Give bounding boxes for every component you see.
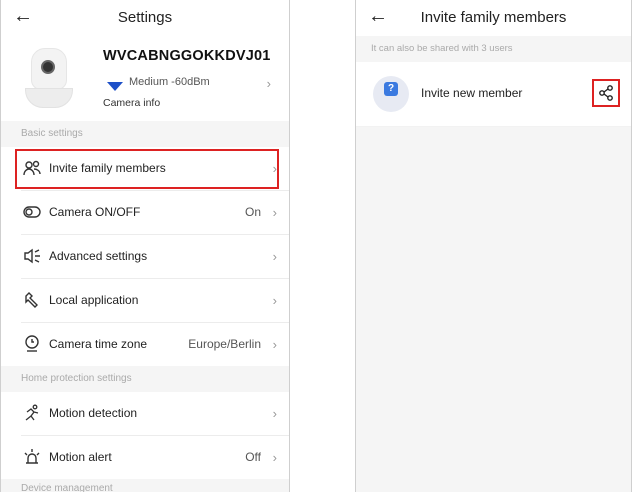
section-device-management: Device management xyxy=(1,479,289,492)
wifi-icon xyxy=(107,82,123,91)
share-hint: It can also be shared with 3 users xyxy=(356,36,631,62)
chevron-right-icon: › xyxy=(272,406,277,421)
row-label: Local application xyxy=(49,293,139,307)
device-name: WVCABNGGOKKDVJ01 xyxy=(103,48,271,64)
row-label: Advanced settings xyxy=(49,249,148,263)
share-icon[interactable] xyxy=(592,79,620,107)
camera-image xyxy=(25,48,73,108)
row-advanced-settings[interactable]: Advanced settings › xyxy=(21,235,289,279)
invite-header: ← Invite family members xyxy=(356,0,631,36)
row-camera-on-off[interactable]: Camera ON/OFF On › xyxy=(21,191,289,235)
signal-strength: Medium -60dBm xyxy=(129,76,210,88)
camera-info-label: Camera info xyxy=(103,97,161,109)
row-value: On xyxy=(244,205,261,219)
row-label: Camera time zone xyxy=(49,337,148,351)
page-title: Settings xyxy=(117,9,173,26)
chevron-right-icon: › xyxy=(272,337,277,352)
section-home-protection: Home protection settings xyxy=(1,366,289,392)
page-title: Invite family members xyxy=(420,9,567,26)
row-value: Europe/Berlin xyxy=(188,337,261,351)
question-icon: ? xyxy=(384,82,398,96)
chevron-right-icon: › xyxy=(272,293,277,308)
speaker-settings-icon xyxy=(23,247,41,265)
alarm-light-icon xyxy=(23,448,41,466)
row-motion-detection[interactable]: Motion detection › xyxy=(21,392,289,436)
device-card[interactable]: WVCABNGGOKKDVJ01 Medium -60dBm Camera in… xyxy=(1,36,289,121)
chevron-right-icon: › xyxy=(272,249,277,264)
empty-area xyxy=(356,127,631,492)
invite-label: Invite new member xyxy=(421,86,523,100)
toggle-icon xyxy=(23,203,41,221)
row-label: Motion alert xyxy=(49,450,112,464)
row-value: Off xyxy=(245,450,261,464)
section-basic-settings: Basic settings xyxy=(1,121,289,147)
highlight-box xyxy=(15,149,279,189)
invite-family-screen: ← Invite family members It can also be s… xyxy=(355,0,632,492)
chevron-right-icon: › xyxy=(266,76,271,91)
row-motion-alert[interactable]: Motion alert Off › xyxy=(21,436,289,479)
invite-new-member-row[interactable]: ? Invite new member xyxy=(356,62,631,127)
chevron-right-icon: › xyxy=(272,450,277,465)
location-clock-icon xyxy=(23,335,41,353)
row-label: Camera ON/OFF xyxy=(49,205,141,219)
chevron-right-icon: › xyxy=(272,205,277,220)
row-camera-time-zone[interactable]: Camera time zone Europe/Berlin › xyxy=(21,323,289,366)
row-label: Motion detection xyxy=(49,406,138,420)
row-local-application[interactable]: Local application › xyxy=(21,279,289,323)
running-icon xyxy=(23,404,41,422)
wrench-icon xyxy=(23,291,41,309)
settings-header: ← Settings xyxy=(1,0,289,36)
settings-screen: ← Settings WVCABNGGOKKDVJ01 Medium -60dB… xyxy=(0,0,290,492)
